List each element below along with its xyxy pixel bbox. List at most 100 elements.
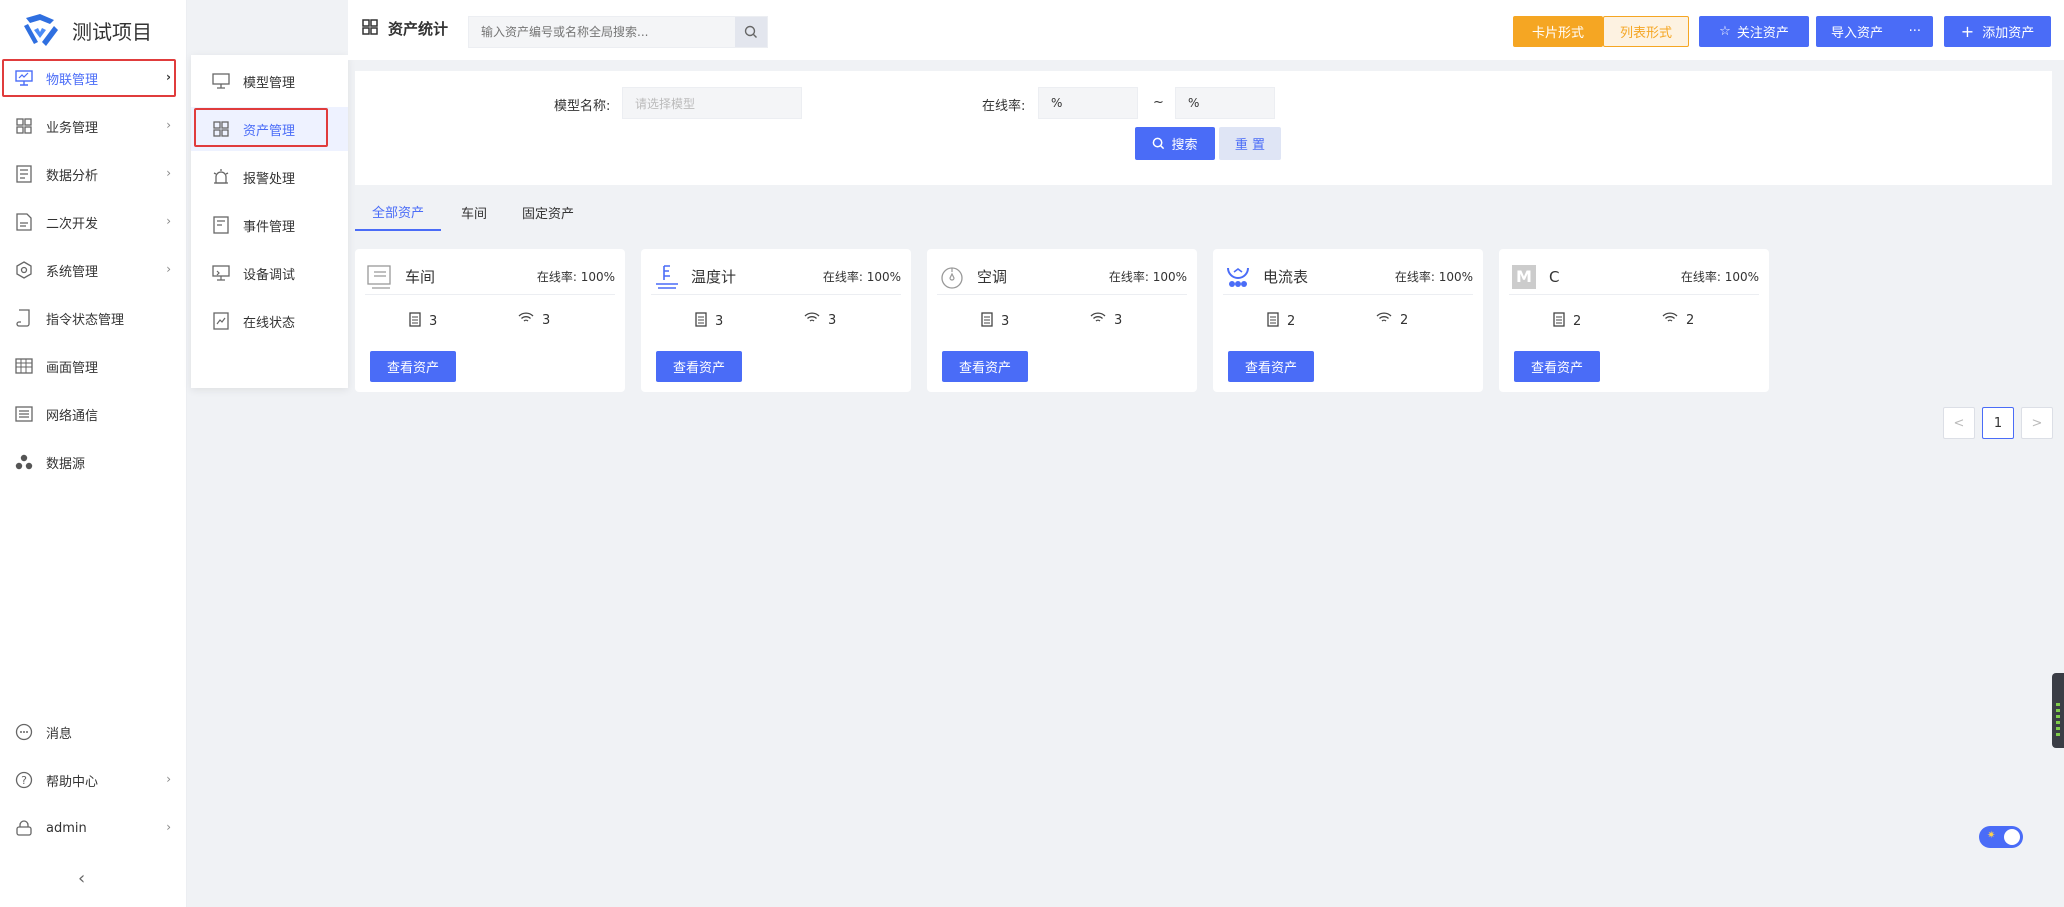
collapse-sidebar-icon[interactable]: ‹ — [78, 868, 85, 889]
sidebar-item-help[interactable]: ? 帮助中心 › — [0, 760, 187, 800]
model-select[interactable]: 请选择模型 — [622, 87, 802, 119]
import-asset-button[interactable]: 导入资产 ··· — [1816, 16, 1933, 47]
card-rate: 在线率: 100% — [1394, 270, 1473, 284]
card-stats: 3 3 — [355, 312, 625, 332]
view-assets-button[interactable]: 查看资产 — [942, 351, 1028, 382]
grid-icon — [362, 18, 378, 39]
sidebar-item-label: 网络通信 — [46, 408, 99, 424]
submenu-item-status[interactable]: 在线状态 — [191, 299, 348, 343]
rate-from-input[interactable]: % — [1038, 87, 1138, 119]
card-rate: 在线率: 100% — [1680, 270, 1759, 284]
sidebar-item-network[interactable]: 网络通信 — [0, 394, 187, 434]
rate-separator: ~ — [1153, 95, 1164, 110]
page-1-button[interactable]: 1 — [1982, 407, 2014, 439]
sidebar-item-label: 业务管理 — [46, 120, 99, 136]
search-input[interactable] — [469, 17, 735, 47]
sidebar-item-label: 指令状态管理 — [46, 312, 125, 328]
asset-card: 车间 在线率: 100% 3 3 查看资产 — [355, 249, 625, 392]
card-stats: 2 2 — [1213, 312, 1483, 332]
device-count: 2 — [1553, 312, 1581, 331]
scroll-icon — [14, 308, 34, 328]
more-icon[interactable]: ··· — [1909, 24, 1921, 39]
device-icon — [409, 312, 421, 331]
submenu-item-label: 设备调试 — [243, 267, 296, 283]
sidebar-item-analysis[interactable]: 数据分析 › — [0, 154, 187, 194]
sidebar-item-iot[interactable]: 物联管理 › — [0, 58, 187, 98]
card-view-button[interactable]: 卡片形式 — [1513, 16, 1603, 47]
ammeter-icon — [1223, 262, 1253, 292]
list-icon — [14, 404, 34, 424]
sidebar-item-label: 二次开发 — [46, 216, 99, 232]
app-logo[interactable]: 测试项目 — [20, 12, 152, 48]
sidebar-item-dev[interactable]: 二次开发 › — [0, 202, 187, 242]
view-assets-button[interactable]: 查看资产 — [370, 351, 456, 382]
submenu-item-alarm[interactable]: 报警处理 — [191, 155, 348, 199]
submenu-item-debug[interactable]: 设备调试 — [191, 251, 348, 295]
theme-toggle[interactable]: ✷ — [1979, 826, 2023, 848]
sidebar-item-label: 数据源 — [46, 456, 86, 472]
document-chart-icon — [14, 164, 34, 184]
next-page-button[interactable]: > — [2021, 407, 2053, 439]
sidebar-item-label: 消息 — [46, 726, 73, 742]
top-bar: 资产统计 卡片形式 列表形式 ☆ 关注资产 导入资产 ··· + 添加资产 — [348, 0, 2064, 60]
add-asset-button[interactable]: + 添加资产 — [1944, 16, 2051, 47]
workshop-icon — [365, 262, 395, 292]
rate-to-input[interactable]: % — [1175, 87, 1275, 119]
tab-fixed-assets[interactable]: 固定资产 — [515, 193, 581, 231]
wifi-icon — [518, 312, 534, 328]
side-widget-handle[interactable] — [2052, 673, 2064, 748]
online-count: 2 — [1662, 312, 1694, 328]
model-name-label: 模型名称: — [554, 99, 611, 114]
search-submit-button[interactable]: 搜索 — [1135, 127, 1215, 160]
follow-asset-button[interactable]: ☆ 关注资产 — [1699, 16, 1809, 47]
sidebar-item-datasource[interactable]: 数据源 — [0, 442, 187, 482]
wifi-icon — [1090, 312, 1106, 328]
monitor-icon — [14, 68, 34, 88]
reset-button[interactable]: 重 置 — [1219, 127, 1281, 160]
submenu-item-label: 在线状态 — [243, 315, 296, 331]
sidebar-item-label: 物联管理 — [46, 72, 99, 88]
lock-icon — [14, 818, 34, 838]
sidebar-item-user[interactable]: admin › — [0, 808, 187, 848]
card-header: 温度计 在线率: 100% — [651, 259, 901, 295]
sidebar-item-system[interactable]: 系统管理 › — [0, 250, 187, 290]
card-name: 空调 — [977, 268, 1008, 286]
plus-icon: + — [1960, 22, 1975, 41]
model-icon — [211, 71, 231, 91]
sidebar-item-label: 系统管理 — [46, 264, 99, 280]
gear-icon — [14, 260, 34, 280]
submenu-item-model[interactable]: 模型管理 — [191, 59, 348, 103]
wifi-icon — [804, 312, 820, 328]
list-view-button[interactable]: 列表形式 — [1603, 16, 1689, 47]
search-button[interactable] — [735, 17, 767, 47]
view-assets-button[interactable]: 查看资产 — [1514, 351, 1600, 382]
prev-page-button[interactable]: < — [1943, 407, 1975, 439]
asset-card: M C 在线率: 100% 2 2 查看资产 — [1499, 249, 1769, 392]
sidebar-item-label: 数据分析 — [46, 168, 99, 184]
cluster-icon — [14, 452, 34, 472]
status-icon — [211, 311, 231, 331]
chevron-right-icon: › — [166, 118, 171, 132]
view-assets-button[interactable]: 查看资产 — [1228, 351, 1314, 382]
submenu-item-event[interactable]: 事件管理 — [191, 203, 348, 247]
card-header: 空调 在线率: 100% — [937, 259, 1187, 295]
add-asset-label: 添加资产 — [1982, 26, 2035, 41]
view-assets-button[interactable]: 查看资产 — [656, 351, 742, 382]
tab-all-assets[interactable]: 全部资产 — [355, 193, 441, 231]
submenu-item-label: 事件管理 — [243, 219, 296, 235]
submenu-item-assets[interactable]: 资产管理 — [191, 107, 348, 151]
sidebar-item-command[interactable]: 指令状态管理 — [0, 298, 187, 338]
card-rate: 在线率: 100% — [822, 270, 901, 284]
sidebar-item-business[interactable]: 业务管理 › — [0, 106, 187, 146]
aircon-icon — [937, 262, 967, 292]
sidebar-item-label: 画面管理 — [46, 360, 99, 376]
sidebar-item-screen[interactable]: 画面管理 — [0, 346, 187, 386]
alarm-icon — [211, 167, 231, 187]
sidebar-item-label: 帮助中心 — [46, 774, 99, 790]
card-stats: 3 3 — [927, 312, 1197, 332]
logo-icon — [20, 12, 60, 48]
tab-workshop[interactable]: 车间 — [453, 193, 495, 231]
sidebar-item-messages[interactable]: 消息 — [0, 712, 187, 752]
asset-card: 温度计 在线率: 100% 3 3 查看资产 — [641, 249, 911, 392]
card-name: 电流表 — [1263, 268, 1309, 286]
